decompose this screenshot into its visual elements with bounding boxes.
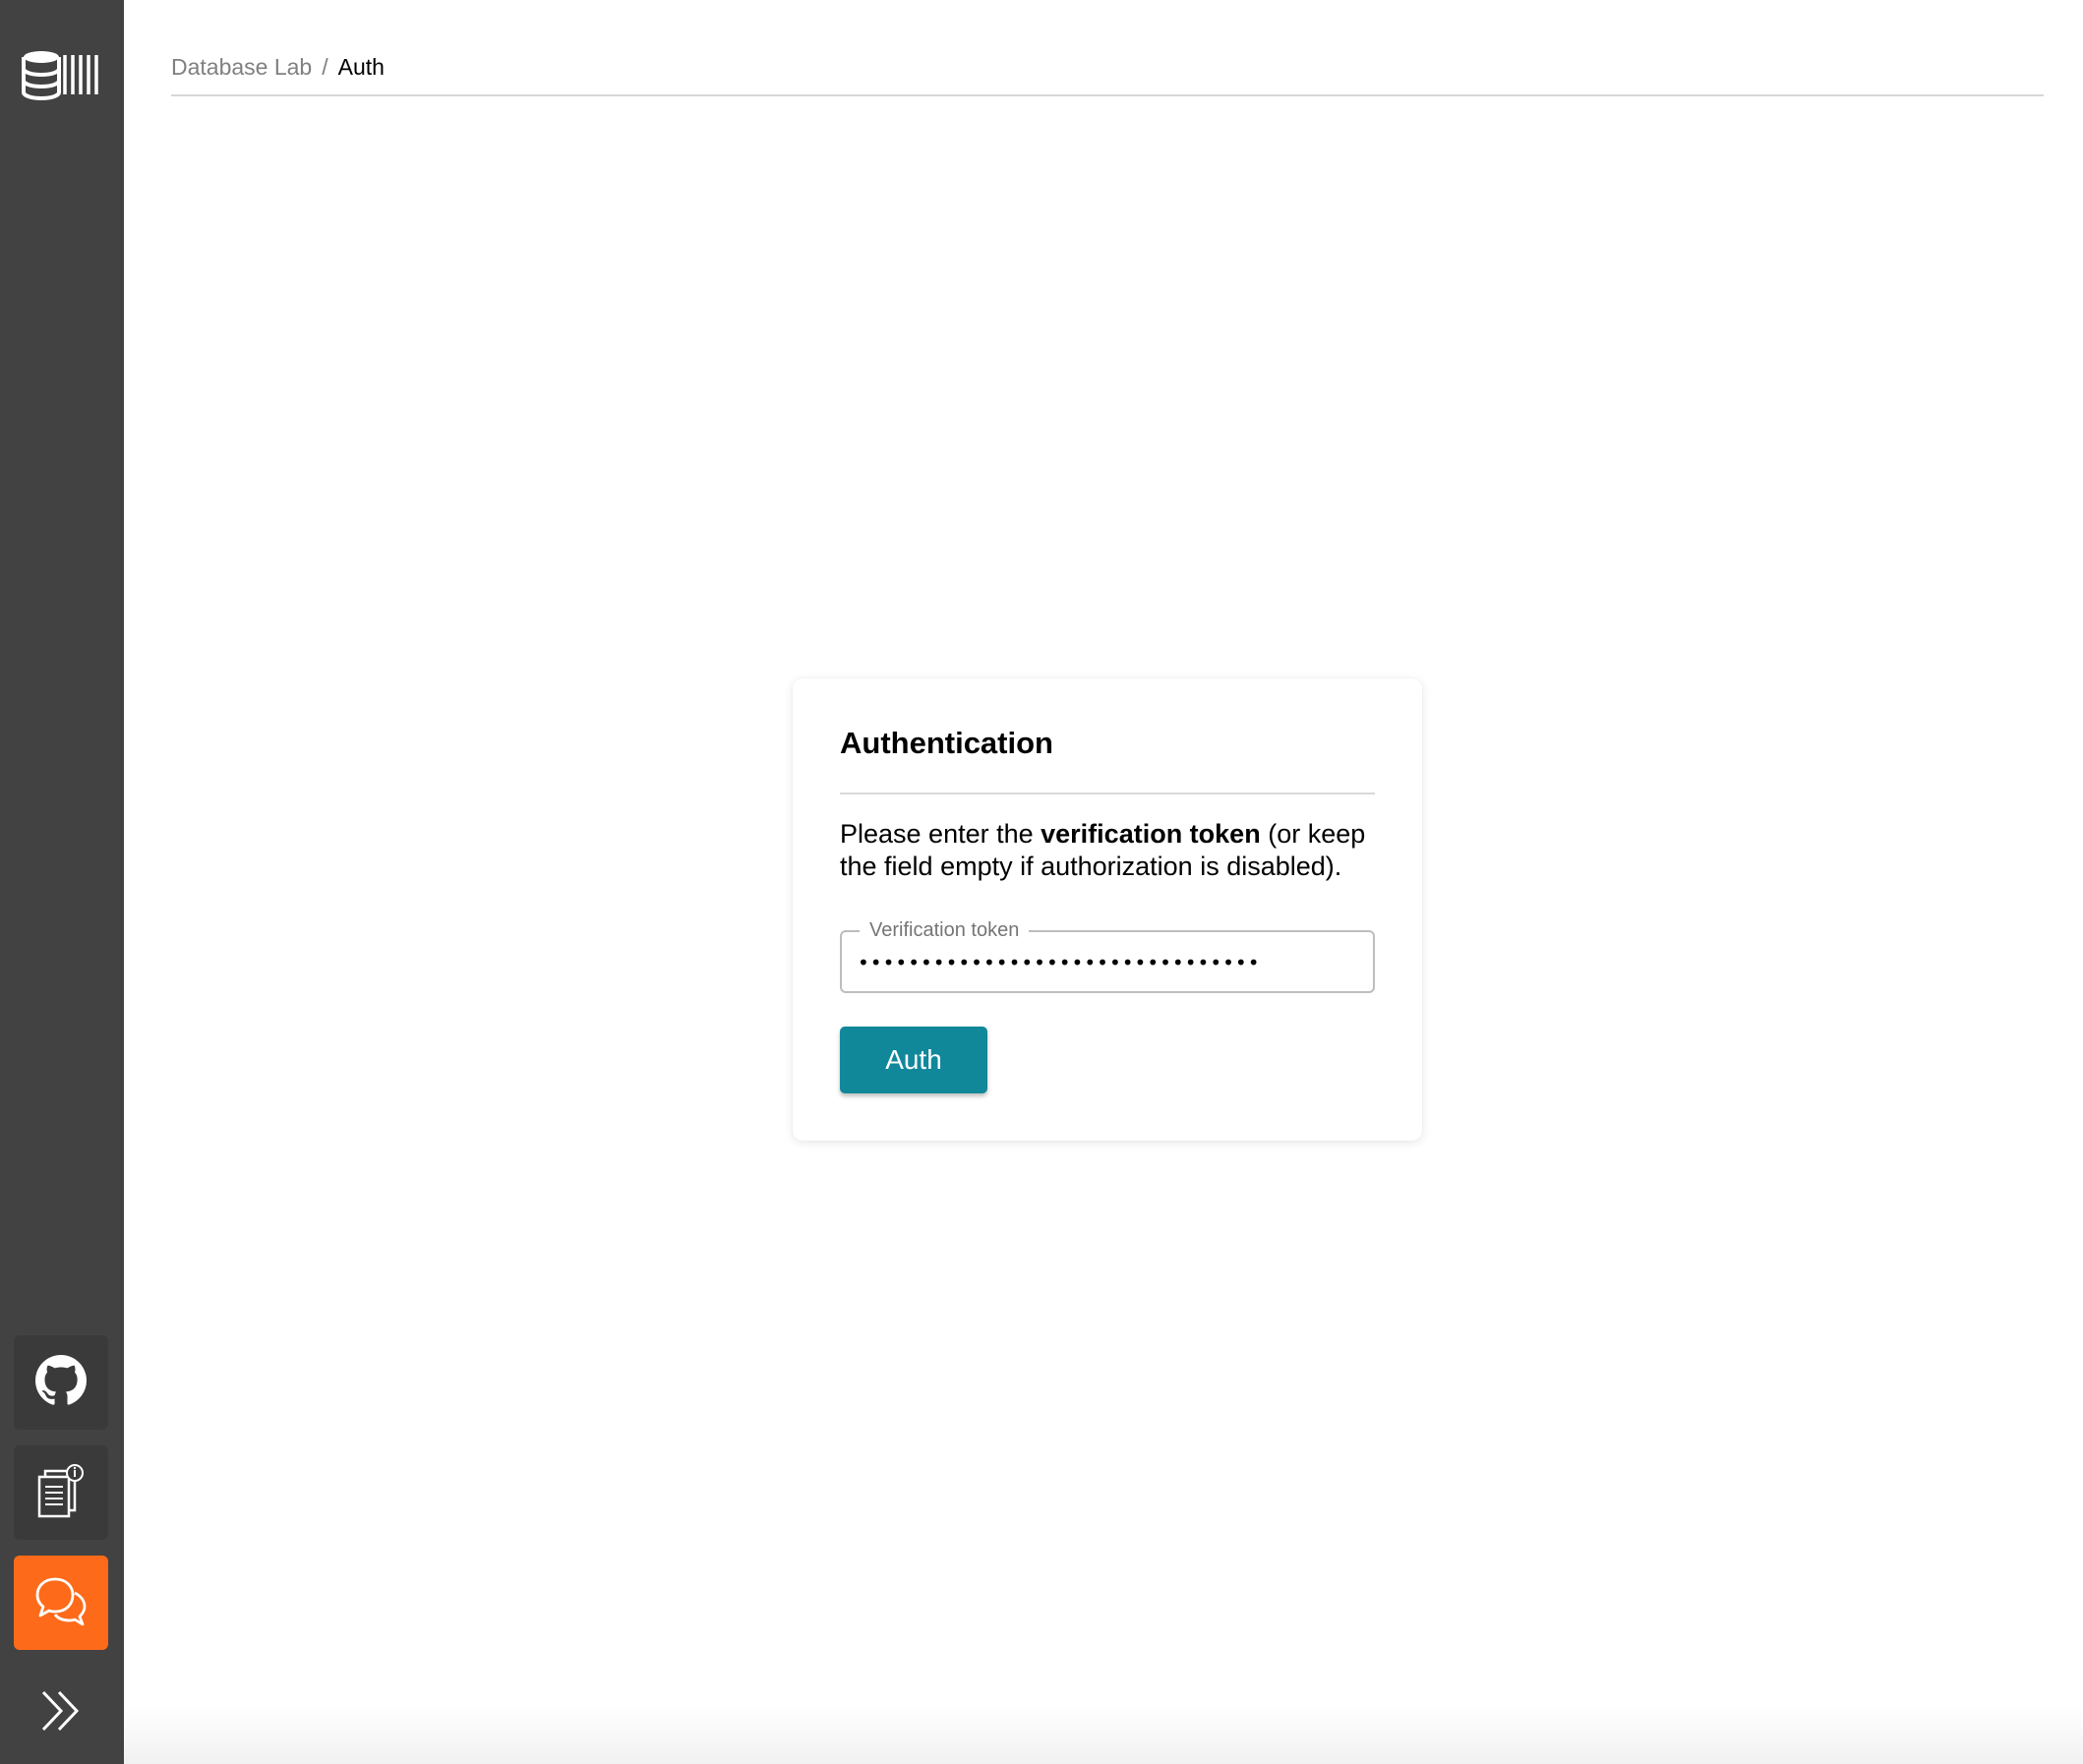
github-icon xyxy=(35,1354,87,1411)
auth-card: Authentication Please enter the verifica… xyxy=(793,678,1422,1141)
breadcrumb-parent-link[interactable]: Database Lab xyxy=(171,47,312,87)
docs-icon xyxy=(35,1463,87,1523)
breadcrumb-current: Auth xyxy=(337,54,385,80)
breadcrumb-separator: / xyxy=(322,54,328,80)
verification-token-input[interactable] xyxy=(856,940,1361,985)
desc-bold: verification token xyxy=(1041,819,1261,849)
chat-icon xyxy=(33,1573,89,1633)
expand-sidebar-button[interactable] xyxy=(30,1683,92,1742)
double-chevron-right-icon xyxy=(39,1688,83,1738)
database-lab-logo-icon[interactable] xyxy=(22,49,98,100)
bottom-fade xyxy=(124,1705,2083,1764)
app: Database Lab / Auth Authentication Pleas… xyxy=(0,0,2083,1764)
support-chat-button[interactable] xyxy=(14,1556,108,1650)
breadcrumb: Database Lab / Auth xyxy=(171,47,2044,87)
verification-token-field: Verification token xyxy=(840,919,1375,993)
docs-button[interactable] xyxy=(14,1445,108,1540)
verification-token-label: Verification token xyxy=(860,919,1030,941)
card-divider xyxy=(840,793,1375,794)
card-description: Please enter the verification token (or … xyxy=(840,818,1375,883)
card-title: Authentication xyxy=(840,726,1053,760)
github-button[interactable] xyxy=(14,1335,108,1430)
desc-prefix: Please enter the xyxy=(840,819,1042,849)
header: Database Lab / Auth xyxy=(171,47,2044,96)
auth-button[interactable]: Auth xyxy=(840,1027,987,1093)
sidebar xyxy=(0,0,124,1764)
